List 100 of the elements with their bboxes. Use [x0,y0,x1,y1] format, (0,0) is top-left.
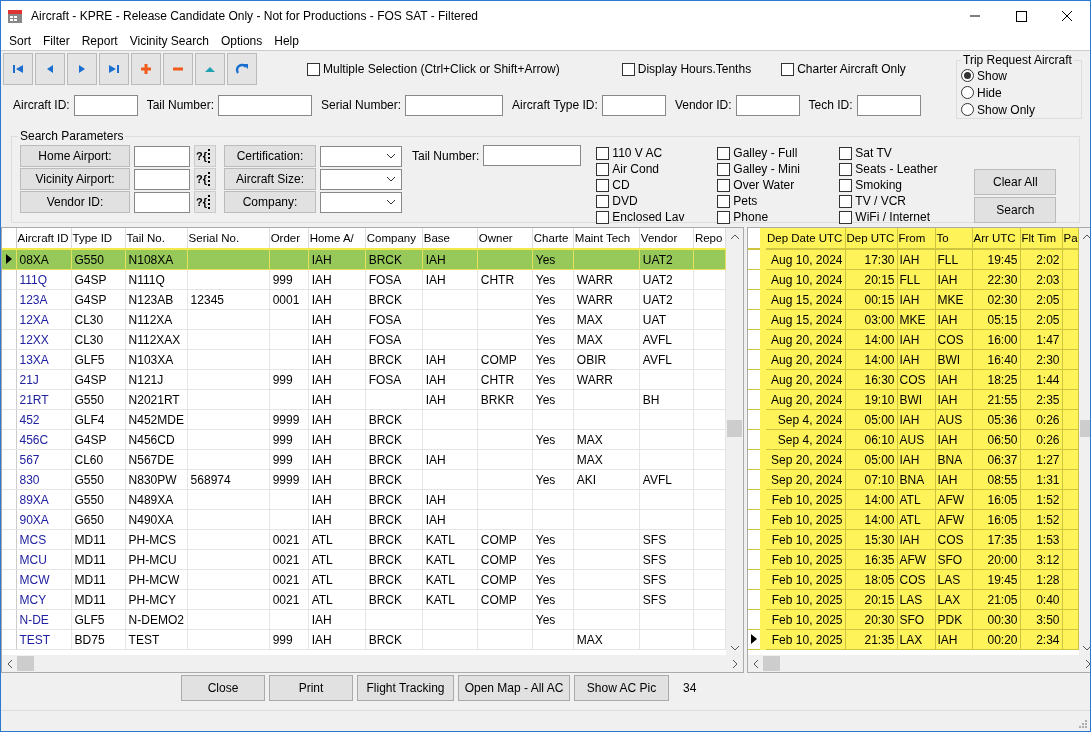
dropdown[interactable] [320,145,402,167]
previous-record-button[interactable] [35,53,65,85]
input-field[interactable] [405,94,504,116]
chevron-right-icon[interactable] [732,658,738,669]
column-header[interactable]: Dep UTC [845,228,897,249]
amenity-checkbox[interactable]: Pets [717,193,834,209]
amenity-checkbox[interactable]: Air Cond [596,161,712,177]
column-header[interactable]: Dep Date UTC [763,228,845,249]
last-record-button[interactable] [99,53,129,85]
move-up-button[interactable] [195,53,225,85]
table-cell: 2:02 [1036,252,1060,267]
table-cell: BRCK [368,512,403,527]
clear-all-button[interactable]: Clear All [974,169,1057,195]
table-cell: G550 [74,492,104,507]
amenity-checkbox[interactable]: 110 V AC [596,145,712,161]
amenity-checkbox[interactable]: Galley - Full [717,145,834,161]
add-button[interactable] [131,53,161,85]
amenity-checkbox[interactable]: WiFi / Internet [839,209,955,225]
amenity-checkbox[interactable]: TV / VCR [839,193,955,209]
lookup-button[interactable]: ?{ [194,145,216,167]
column-header[interactable]: From [897,228,935,249]
amenity-checkbox[interactable]: Seats - Leather [839,161,955,177]
lookup-label-button[interactable]: Vicinity Airport: [20,168,130,190]
menu-item[interactable]: Sort [3,33,37,48]
table-cell: 19:45 [987,252,1018,267]
menu-item[interactable]: Vicinity Search [123,33,215,48]
footer-button[interactable]: Close [181,675,265,701]
table-cell: Yes [535,252,556,267]
option-checkbox[interactable]: Multiple Selection (Ctrl+Click or Shift+Arrow) [307,62,560,76]
option-checkbox[interactable]: Charter Aircraft Only [781,62,906,76]
radio-button[interactable]: Hide [961,84,1077,101]
input-field[interactable] [134,145,190,167]
footer-button[interactable]: Show AC Pic [574,675,669,701]
scroll-thumb[interactable] [763,656,780,671]
table-cell: WARR [576,272,614,287]
delete-button[interactable] [163,53,193,85]
amenity-checkbox[interactable]: Phone [717,209,834,225]
input-field[interactable] [218,94,313,116]
scroll-thumb[interactable] [17,656,34,671]
chevron-down-icon[interactable] [1082,645,1090,651]
column-header[interactable]: Flt Tim [1020,228,1062,249]
filter-label-button[interactable]: Aircraft Size: [224,168,316,190]
menu-item[interactable]: Filter [37,33,76,48]
refresh-button[interactable] [227,53,257,85]
table-cell: Sep 20, 2024 [771,452,843,467]
amenity-checkbox[interactable]: Over Water [717,177,834,193]
footer-button[interactable]: Print [269,675,353,701]
search-button[interactable]: Search [974,197,1057,223]
first-record-button[interactable] [3,53,33,85]
amenity-checkbox[interactable]: CD [596,177,712,193]
input-field[interactable] [134,168,190,190]
selected-row[interactable]: 08XA G550 N108XA IAH BRCK IAH Yes UAT2 [2,249,726,270]
lookup-label-button[interactable]: Vendor ID: [20,191,130,213]
amenity-checkbox[interactable]: Smoking [839,177,955,193]
input-field[interactable] [483,145,582,166]
radio-button[interactable]: Show Only [961,101,1077,118]
chevron-right-icon[interactable] [1084,658,1090,669]
radio-button[interactable]: Show [961,67,1077,84]
filter-label-button[interactable]: Certification: [224,145,316,167]
chevron-up-icon[interactable] [1082,234,1090,240]
amenity-checkbox[interactable]: Enclosed Lav [596,209,712,225]
table-cell: BRCK [368,352,403,367]
option-checkbox[interactable]: Display Hours.Tenths [621,62,752,76]
input-field[interactable] [73,94,138,116]
table-cell: Yes [535,612,556,627]
chevron-up-icon[interactable] [729,234,740,240]
input-field[interactable] [735,94,800,116]
footer-button[interactable]: Flight Tracking [357,675,454,701]
filter-label-button[interactable]: Company: [224,191,316,213]
lookup-button[interactable]: ?{ [194,168,216,190]
scroll-thumb[interactable] [1079,420,1090,437]
menu-item[interactable]: Options [214,33,269,48]
input-field[interactable] [134,191,190,213]
input-field[interactable] [856,94,921,116]
vertical-scrollbar[interactable] [726,228,743,655]
scroll-thumb[interactable] [727,420,742,437]
dropdown[interactable] [320,168,402,190]
menu-item[interactable]: Help [268,33,305,48]
horizontal-scrollbar[interactable] [2,655,743,672]
horizontal-scrollbar[interactable] [748,655,1090,672]
column-header[interactable]: Arr UTC [972,228,1020,249]
amenity-checkbox[interactable]: Galley - Mini [717,161,834,177]
chevron-left-icon[interactable] [753,658,759,669]
table-cell: BWI [937,352,961,367]
amenity-checkbox[interactable]: DVD [596,193,712,209]
column-header[interactable]: To [935,228,972,249]
lookup-label-button[interactable]: Home Airport: [20,145,130,167]
dropdown[interactable] [320,191,402,213]
resize-grip-icon[interactable] [1078,719,1088,729]
chevron-left-icon[interactable] [7,658,13,669]
footer-button[interactable]: Open Map - All AC [458,675,570,701]
table-cell: Feb 10, 2025 [771,592,843,607]
chevron-down-icon[interactable] [729,645,740,651]
lookup-button[interactable]: ?{ [194,191,216,213]
next-record-button[interactable] [67,53,97,85]
table-cell: Yes [535,332,556,347]
table-cell: Yes [535,552,556,567]
amenity-checkbox[interactable]: Sat TV [839,145,955,161]
input-field[interactable] [601,94,666,116]
menu-item[interactable]: Report [75,33,124,48]
